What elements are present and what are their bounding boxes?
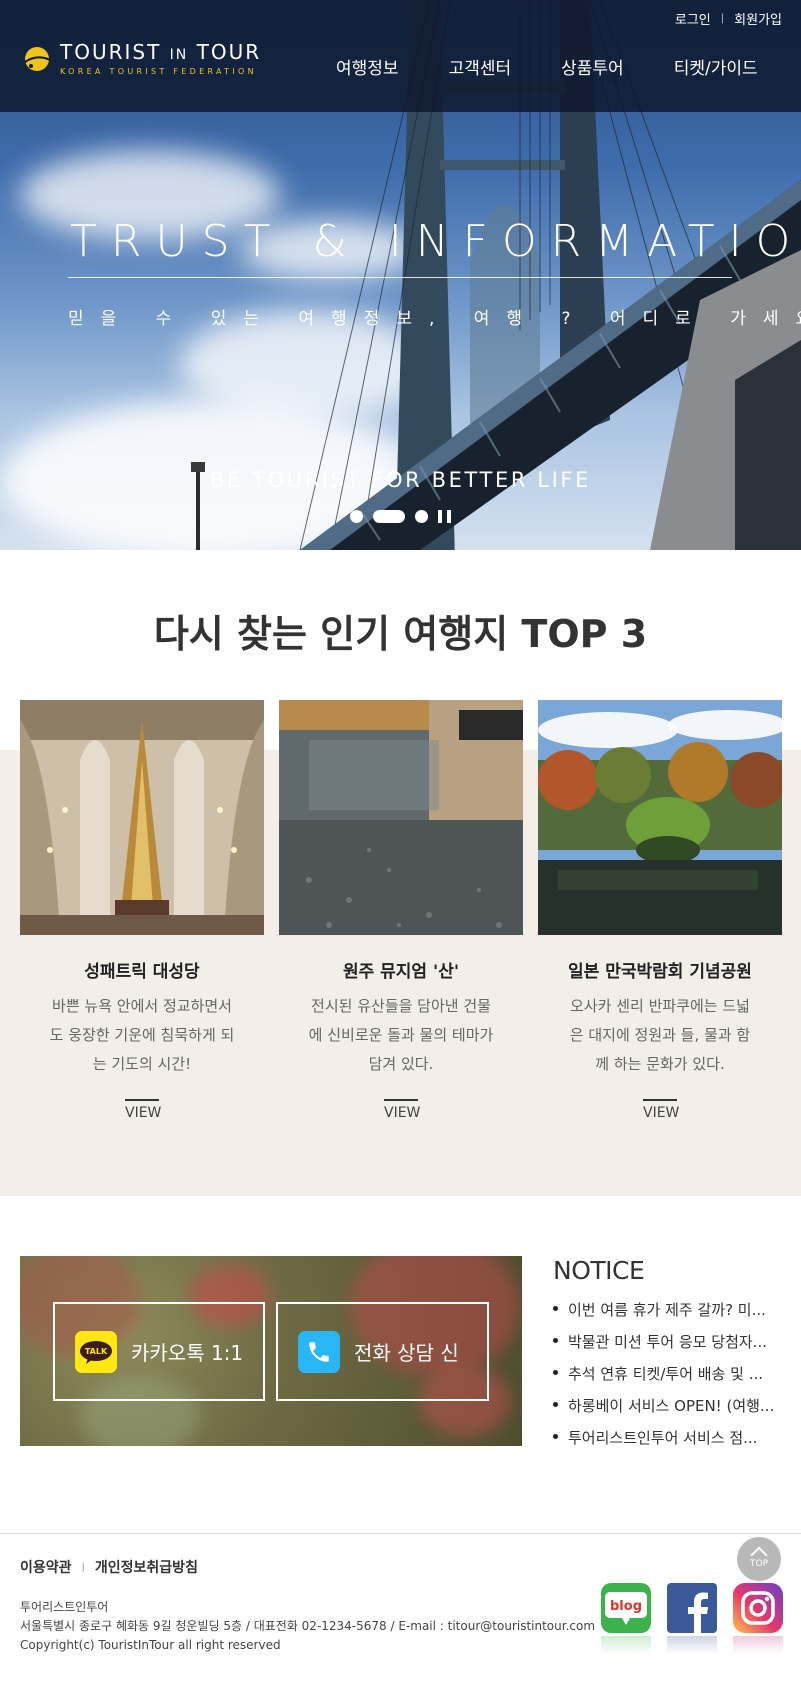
blog-icon-reflection <box>601 1636 651 1654</box>
company-address: 서울특별시 종로구 혜화동 9길 청운빌딩 5층 / 대표전화 02-1234-… <box>20 1619 596 1633</box>
slide-dot-1[interactable] <box>350 510 363 523</box>
top-arrow-icon[interactable]: TOP <box>737 1537 781 1581</box>
view-button[interactable]: VIEW <box>384 1099 420 1121</box>
notice-list: 이번 여름 휴가 제주 갈까? 미... 박물관 미션 투어 응모 당첨자...… <box>553 1299 785 1459</box>
consult-banner: TALK 카카오톡 1:1 전화 상담 신 <box>20 1256 522 1446</box>
card-title: 일본 만국박람회 기념공원 <box>568 962 752 982</box>
kakaotalk-consult-button[interactable]: TALK 카카오톡 1:1 <box>53 1302 265 1401</box>
notice-item[interactable]: 투어리스트인투어 서비스 점... <box>553 1427 785 1459</box>
instagram-icon[interactable] <box>733 1583 783 1633</box>
signup-link[interactable]: 회원가입 <box>734 9 782 28</box>
notice-section: NOTICE 이번 여름 휴가 제주 갈까? 미... 박물관 미션 투어 응모… <box>553 1256 785 1459</box>
top3-title: 다시 찾는 인기 여행지 TOP 3 <box>153 612 648 656</box>
notice-item[interactable]: 하롱베이 서비스 OPEN! (여행... <box>553 1395 785 1427</box>
footer-info: 투어리스트인투어 서울특별시 종로구 혜화동 9길 청운빌딩 5층 / 대표전화… <box>20 1598 595 1655</box>
card-description: 바쁜 뉴욕 안에서 정교하면서도 웅장한 기운에 침묵하게 되는 기도의 시간! <box>49 997 235 1073</box>
slide-dot-3[interactable] <box>415 510 428 523</box>
svg-text:blog: blog <box>610 1599 642 1614</box>
notice-title: NOTICE <box>553 1256 645 1285</box>
privacy-link[interactable]: 개인정보취급방침 <box>95 1557 198 1577</box>
kakaotalk-icon: TALK <box>75 1330 117 1373</box>
footer-divider <box>0 1533 801 1534</box>
company-name: 투어리스트인투어 <box>20 1600 109 1614</box>
divider: | <box>720 13 725 24</box>
slide-dot-2[interactable] <box>373 510 405 523</box>
pause-icon[interactable] <box>438 510 451 523</box>
terms-link[interactable]: 이용약관 <box>20 1557 72 1577</box>
logo-subtitle: KOREA TOURIST FEDERATION <box>60 67 257 76</box>
notice-item[interactable]: 박물관 미션 투어 응모 당첨자... <box>553 1331 785 1363</box>
hero-slogan: BE TOURIST FOR BETTER LIFE <box>210 468 591 492</box>
destination-card: 성패트릭 대성당 바쁜 뉴욕 안에서 정교하면서도 웅장한 기운에 침묵하게 되… <box>20 700 264 1190</box>
hero-banner: TOURIST IN TOUR KOREA TOURIST FEDERATION… <box>0 0 801 550</box>
blog-icon[interactable]: blog <box>601 1583 651 1633</box>
view-button[interactable]: VIEW <box>643 1099 679 1121</box>
nav-ticket-guide[interactable]: 티켓/가이드 <box>674 54 758 79</box>
slider-pagination <box>350 510 451 523</box>
nav-customer-center[interactable]: 고객센터 <box>449 54 512 79</box>
museum-san-photo[interactable] <box>279 700 523 935</box>
svg-text:TALK: TALK <box>85 1347 108 1356</box>
destination-card: 일본 만국박람회 기념공원 오사카 센리 반파쿠에는 드넓은 대지에 정원과 들… <box>538 700 782 1190</box>
login-link[interactable]: 로그인 <box>675 9 711 28</box>
instagram-icon-reflection <box>733 1636 783 1654</box>
utility-links: 로그인 | 회원가입 <box>675 9 782 28</box>
card-title: 성패트릭 대성당 <box>84 962 200 982</box>
notice-item[interactable]: 추석 연휴 티켓/투어 배송 및 ... <box>553 1363 785 1395</box>
facebook-icon[interactable] <box>667 1583 717 1633</box>
phone-icon <box>298 1330 340 1373</box>
view-button[interactable]: VIEW <box>125 1099 161 1121</box>
card-title: 원주 뮤지엄 '산' <box>342 962 460 982</box>
hero-divider <box>68 277 732 278</box>
nav-product-tour[interactable]: 상품투어 <box>561 54 624 79</box>
nav-travel-info[interactable]: 여행정보 <box>336 54 399 79</box>
expo-park-photo[interactable] <box>538 700 782 935</box>
destination-card: 원주 뮤지엄 '산' 전시된 유산들을 담아낸 건물에 신비로운 돌과 물의 테… <box>279 700 523 1190</box>
kakaotalk-label: 카카오톡 1:1 <box>131 1341 244 1365</box>
footer-links: 이용약관 | 개인정보취급방침 <box>20 1557 198 1577</box>
notice-item[interactable]: 이번 여름 휴가 제주 갈까? 미... <box>553 1299 785 1331</box>
main-nav: 여행정보 고객센터 상품투어 티켓/가이드 <box>336 54 758 79</box>
site-logo[interactable]: TOURIST IN TOUR KOREA TOURIST FEDERATION <box>20 40 290 80</box>
cathedral-photo[interactable] <box>20 700 264 935</box>
card-description: 오사카 센리 반파쿠에는 드넓은 대지에 정원과 들, 물과 함께 하는 문화가… <box>569 997 751 1073</box>
logo-title: TOURIST IN TOUR <box>60 40 262 64</box>
sun-logo-icon <box>24 47 51 71</box>
hero-subtitle: 믿을 수 있는 여행정보, 여행 ? 어디로 가세요? <box>68 309 801 329</box>
divider: | <box>81 1561 85 1573</box>
phone-label: 전화 상담 신 <box>354 1341 459 1365</box>
phone-consult-button[interactable]: 전화 상담 신 <box>276 1302 489 1401</box>
copyright: Copyright(c) TouristInTour all right res… <box>20 1638 281 1652</box>
card-description: 전시된 유산들을 담아낸 건물에 신비로운 돌과 물의 테마가 담겨 있다. <box>308 997 494 1073</box>
facebook-icon-reflection <box>667 1636 717 1654</box>
hero-title: TRUST & INFORMATION <box>70 216 801 267</box>
